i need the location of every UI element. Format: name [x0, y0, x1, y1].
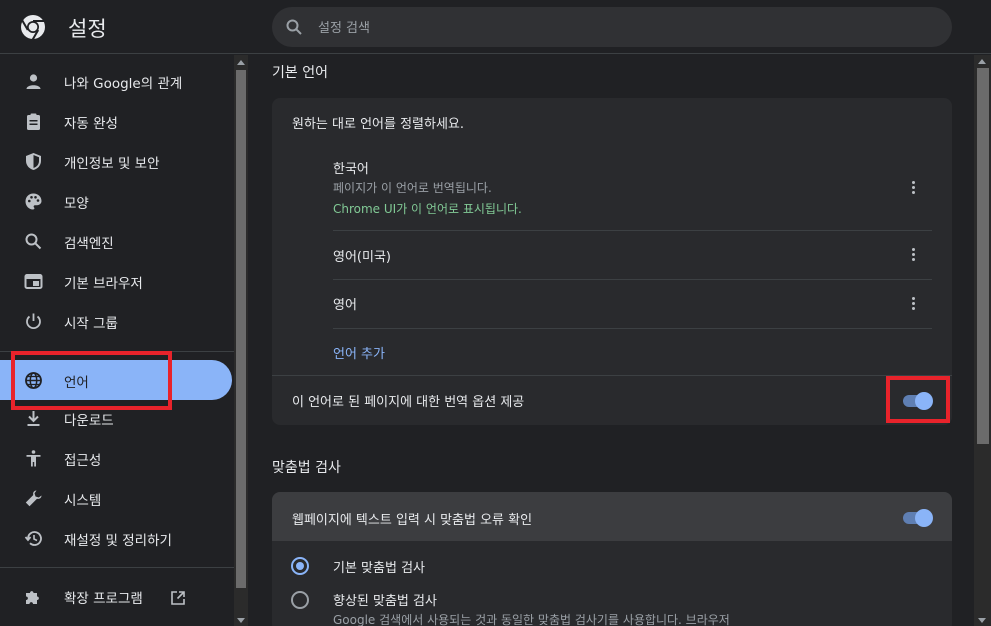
browser-window-icon — [24, 274, 43, 289]
clipboard-icon — [27, 113, 40, 130]
sidebar-item-system[interactable]: 시스템 — [0, 478, 232, 518]
enhanced-spellcheck-label: 향상된 맞춤법 검사 — [333, 594, 437, 609]
wrench-icon — [25, 490, 42, 507]
sidebar-item-search-engine[interactable]: 검색엔진 — [0, 221, 232, 261]
row-divider — [333, 230, 932, 231]
sidebar-item-label: 기본 브라우저 — [64, 276, 143, 292]
sidebar-item-label: 재설정 및 정리하기 — [64, 533, 172, 549]
add-language-button[interactable]: 언어 추가 — [333, 343, 385, 362]
language-translate-note: 페이지가 이 언어로 번역됩니다. — [333, 181, 492, 195]
spellcheck-label: 웹페이지에 텍스트 입력 시 맞춤법 오류 확인 — [292, 513, 533, 528]
more-vert-icon[interactable] — [912, 297, 916, 311]
section-title-languages: 기본 언어 — [272, 65, 328, 81]
open-in-new-icon[interactable] — [170, 590, 186, 606]
sidebar-item-appearance[interactable]: 모양 — [0, 181, 232, 221]
row-divider — [272, 375, 952, 376]
spellcheck-toggle[interactable] — [901, 509, 933, 527]
scroll-up-arrow-icon[interactable] — [237, 60, 245, 65]
search-icon — [286, 19, 302, 35]
accessibility-icon — [26, 450, 41, 467]
sidebar-item-accessibility[interactable]: 접근성 — [0, 438, 232, 478]
sidebar-item-label: 다운로드 — [64, 413, 114, 429]
download-icon — [27, 411, 40, 426]
sidebar-item-label: 검색엔진 — [64, 236, 114, 252]
main-scrollbar-thumb[interactable] — [977, 68, 989, 444]
puzzle-icon — [26, 591, 39, 604]
basic-spellcheck-label: 기본 맞춤법 검사 — [333, 561, 425, 576]
sidebar-item-label: 접근성 — [64, 453, 102, 469]
top-bar: 설정 설정 검색 — [0, 0, 991, 54]
enhanced-spellcheck-description: Google 검색에서 사용되는 것과 동일한 맞춤법 검사기를 사용합니다. … — [333, 613, 730, 626]
sidebar-item-default-browser[interactable]: 기본 브라우저 — [0, 261, 232, 301]
translate-option-label: 이 언어로 된 페이지에 대한 번역 옵션 제공 — [292, 395, 525, 410]
palette-icon — [25, 193, 42, 210]
scroll-down-arrow-icon[interactable] — [237, 618, 245, 623]
sidebar-item-on-startup[interactable]: 시작 그룹 — [0, 301, 232, 341]
scroll-down-arrow-icon[interactable] — [978, 618, 986, 623]
sidebar-item-label: 나와 Google의 관계 — [64, 76, 183, 92]
sidebar-item-privacy[interactable]: 개인정보 및 보안 — [0, 141, 232, 181]
language-name: 영어(미국) — [333, 250, 391, 265]
language-order-instruction: 원하는 대로 언어를 정렬하세요. — [292, 117, 465, 132]
sidebar-item-label: 모양 — [64, 196, 89, 212]
sidebar-item-label: 자동 완성 — [64, 116, 118, 132]
sidebar-item-downloads[interactable]: 다운로드 — [0, 398, 232, 438]
sidebar-item-you-and-google[interactable]: 나와 Google의 관계 — [0, 61, 232, 101]
row-divider — [333, 328, 932, 329]
search-input[interactable]: 설정 검색 — [272, 7, 952, 47]
search-icon — [25, 233, 42, 250]
row-divider — [333, 279, 932, 280]
search-placeholder: 설정 검색 — [318, 21, 370, 36]
enhanced-spellcheck-radio[interactable] — [291, 591, 309, 609]
sidebar-scrollbar-thumb[interactable] — [236, 70, 246, 588]
scroll-up-arrow-icon[interactable] — [978, 59, 986, 64]
sidebar-item-label: 시스템 — [64, 493, 102, 509]
sidebar-item-label: 시작 그룹 — [64, 316, 118, 332]
chrome-logo-icon — [21, 15, 45, 40]
page-title: 설정 — [68, 17, 107, 41]
language-ui-note: Chrome UI가 이 언어로 표시됩니다. — [333, 202, 522, 216]
sidebar-item-reset[interactable]: 재설정 및 정리하기 — [0, 518, 232, 558]
basic-spellcheck-radio[interactable] — [291, 557, 309, 575]
sidebar-divider — [0, 567, 234, 568]
person-icon — [26, 74, 41, 89]
language-name: 영어 — [333, 298, 357, 313]
history-icon — [24, 531, 42, 546]
sidebar-item-autofill[interactable]: 자동 완성 — [0, 101, 232, 141]
section-title-spellcheck: 맞춤법 검사 — [272, 460, 341, 476]
language-name: 한국어 — [333, 162, 369, 177]
shield-icon — [26, 153, 41, 170]
more-vert-icon[interactable] — [912, 181, 916, 195]
sidebar-item-label: 개인정보 및 보안 — [64, 156, 160, 172]
highlight-box — [886, 376, 950, 423]
sidebar-item-label: 확장 프로그램 — [64, 591, 143, 607]
power-icon — [26, 313, 41, 330]
more-vert-icon[interactable] — [912, 248, 916, 262]
